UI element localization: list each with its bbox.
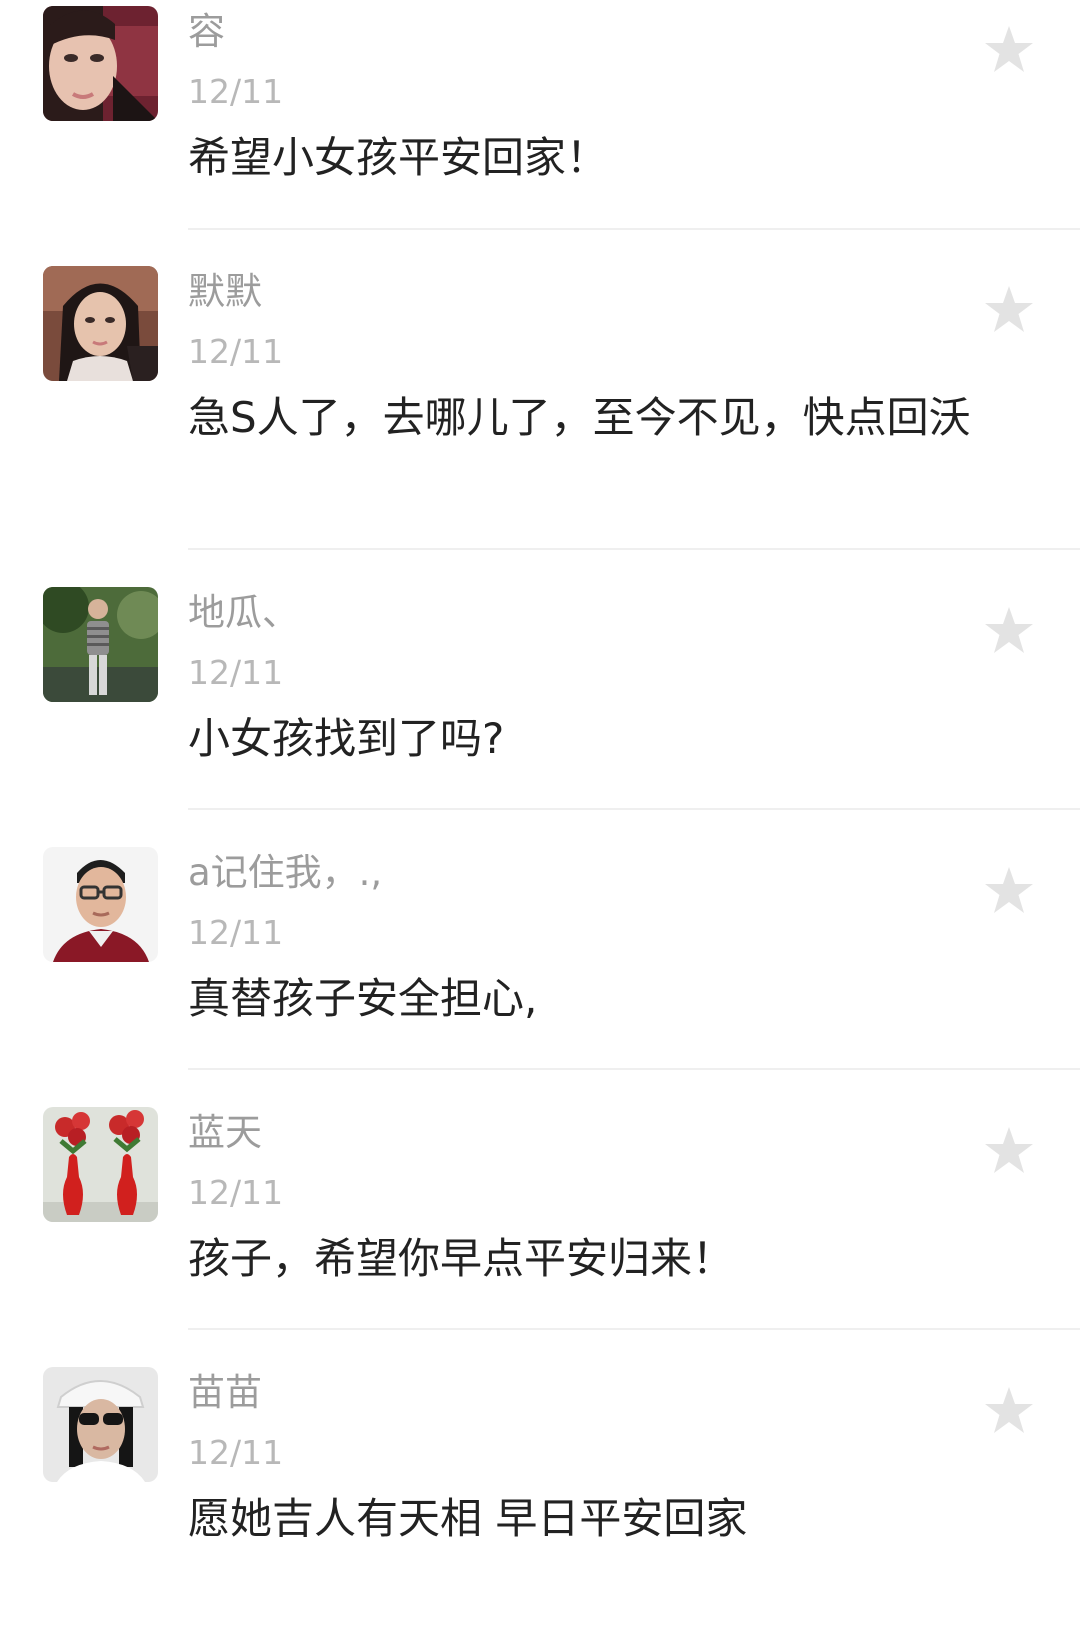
comment-item: a记住我，., 12/11 真替孩子安全担心, (0, 841, 1080, 1112)
avatar-man-glasses-icon (43, 847, 158, 962)
star-icon[interactable] (983, 865, 1035, 915)
comment-item: 容 12/11 希望小女孩平安回家！ (0, 0, 1080, 271)
comment-text: 希望小女孩平安回家！ (188, 133, 609, 182)
divider (188, 1328, 1080, 1330)
comment-date: 12/11 (188, 1433, 284, 1472)
avatar-woman-portrait-icon (43, 266, 158, 381)
comment-text: 孩子，希望你早点平安归来！ (188, 1234, 735, 1283)
comment-date: 12/11 (188, 332, 284, 371)
star-icon[interactable] (983, 605, 1035, 655)
comment-list: 容 12/11 希望小女孩平安回家！ 默默 12/11 急S人了，去哪儿了，至今… (0, 0, 1080, 1632)
avatar[interactable] (43, 587, 158, 702)
comment-date: 12/11 (188, 1173, 284, 1212)
nickname[interactable]: 蓝天 (188, 1110, 262, 1156)
star-icon[interactable] (983, 1125, 1035, 1175)
star-icon[interactable] (983, 1385, 1035, 1435)
comment-text: 真替孩子安全担心, (188, 974, 538, 1023)
avatar[interactable] (43, 847, 158, 962)
avatar-woman-sunglasses-icon (43, 1367, 158, 1482)
comment-item: 默默 12/11 急S人了，去哪儿了，至今不见，快点回沃 (0, 260, 1080, 531)
avatar[interactable] (43, 6, 158, 121)
comment-date: 12/11 (188, 653, 284, 692)
comment-text: 急S人了，去哪儿了，至今不见，快点回沃 (188, 393, 971, 442)
divider (188, 1068, 1080, 1070)
avatar[interactable] (43, 1107, 158, 1222)
star-icon[interactable] (983, 24, 1035, 74)
star-icon[interactable] (983, 284, 1035, 334)
comment-date: 12/11 (188, 913, 284, 952)
nickname[interactable]: 地瓜、 (188, 590, 299, 636)
avatar-man-outdoors-icon (43, 587, 158, 702)
avatar-girl-portrait-icon (43, 6, 158, 121)
comment-text: 小女孩找到了吗? (188, 714, 505, 763)
nickname[interactable]: 苗苗 (188, 1370, 262, 1416)
comment-text: 愿她吉人有天相 早日平安回家 (188, 1494, 748, 1543)
avatar-roses-vases-icon (43, 1107, 158, 1222)
divider (188, 228, 1080, 230)
nickname[interactable]: 容 (188, 9, 225, 55)
nickname[interactable]: 默默 (188, 269, 262, 315)
nickname[interactable]: a记住我，., (188, 850, 382, 896)
comment-date: 12/11 (188, 72, 284, 111)
divider (188, 548, 1080, 550)
comment-item: 蓝天 12/11 孩子，希望你早点平安归来！ (0, 1101, 1080, 1372)
avatar[interactable] (43, 1367, 158, 1482)
comment-item: 地瓜、 12/11 小女孩找到了吗? (0, 581, 1080, 852)
avatar[interactable] (43, 266, 158, 381)
divider (188, 808, 1080, 810)
comment-item: 苗苗 12/11 愿她吉人有天相 早日平安回家 (0, 1361, 1080, 1632)
